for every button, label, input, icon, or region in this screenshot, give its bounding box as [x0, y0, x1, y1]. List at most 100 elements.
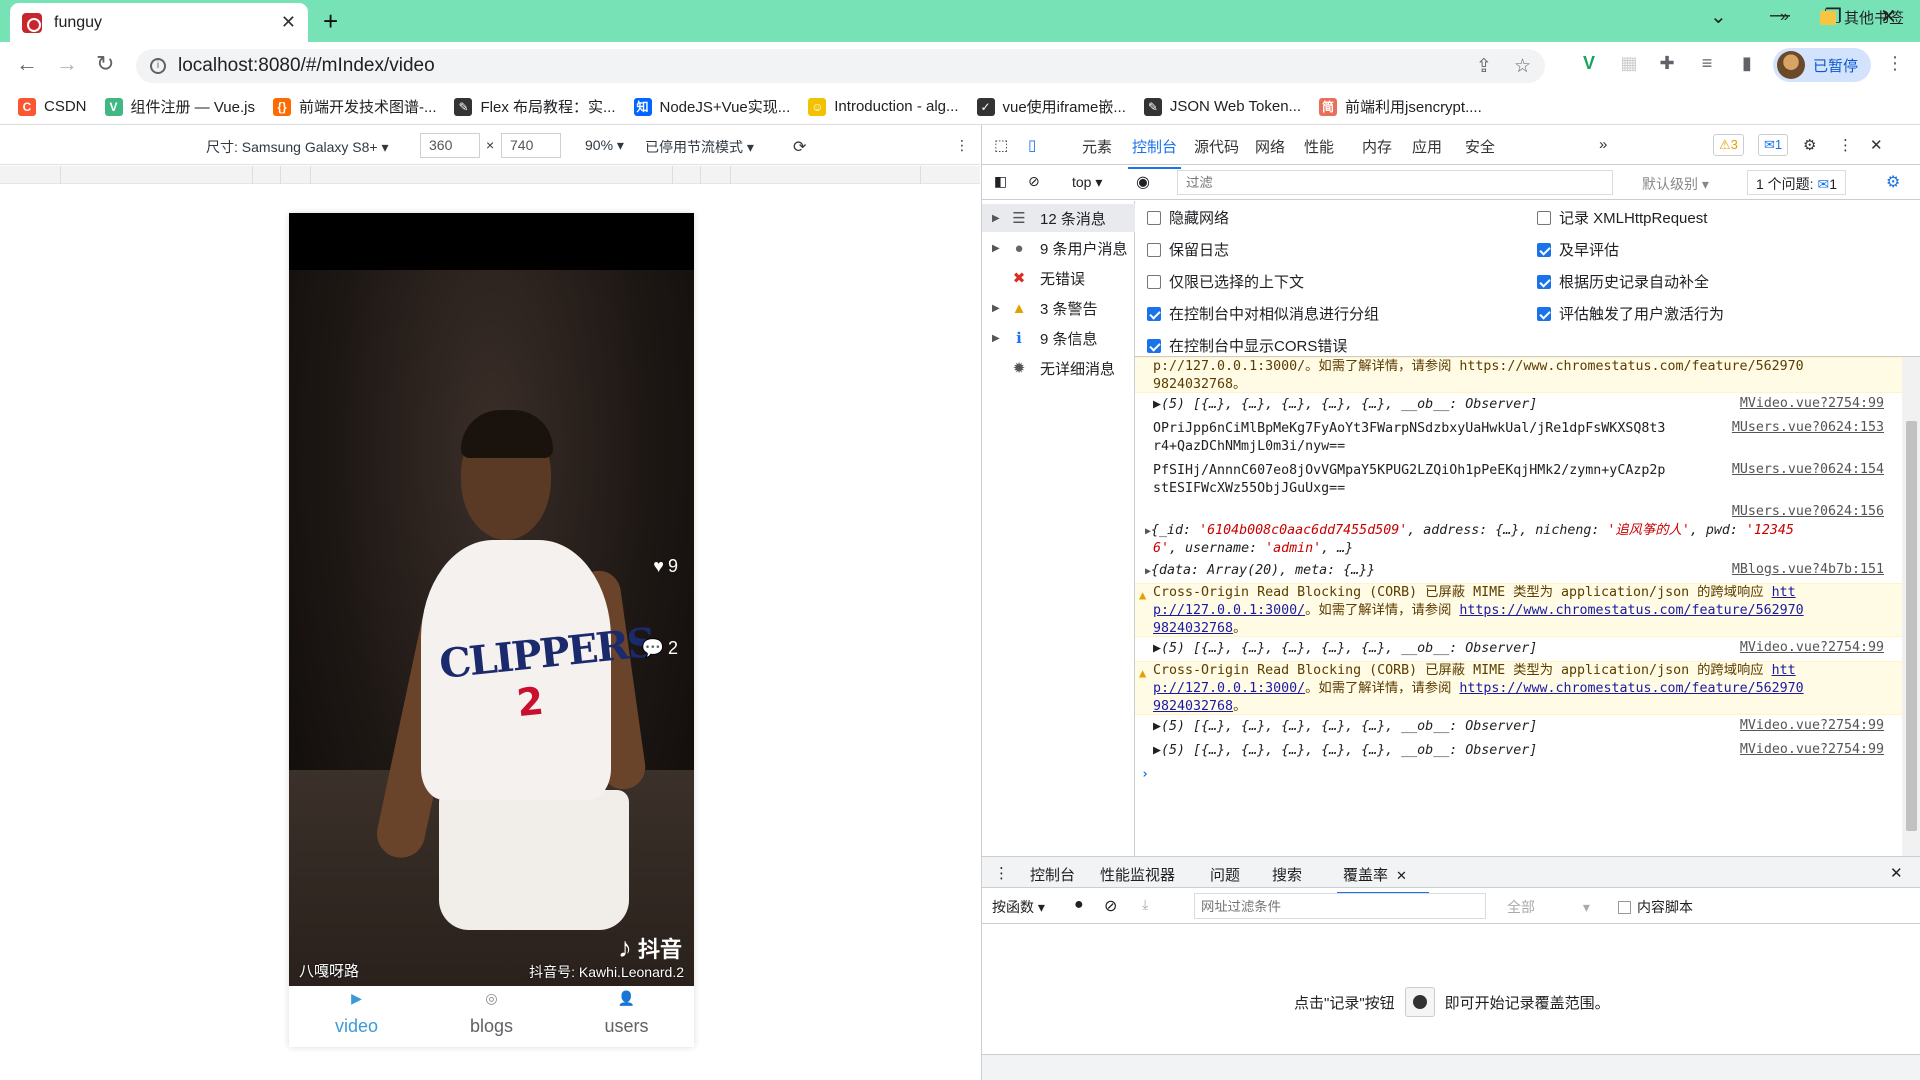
drawer-tab-4[interactable]: 覆盖率 ✕	[1337, 864, 1429, 894]
setting-checkbox[interactable]: 在控制台中对相似消息进行分组	[1147, 303, 1379, 324]
rotate-icon[interactable]: ⟳	[793, 137, 806, 157]
sidebar-item-user[interactable]: ▶ ● 9 条用户消息	[982, 234, 1135, 262]
reading-list-icon[interactable]: ≡	[1696, 53, 1718, 75]
tab-1[interactable]: 控制台	[1127, 136, 1182, 169]
tab-6[interactable]: 应用	[1412, 136, 1442, 157]
drawer-menu-icon[interactable]: ⋮	[994, 864, 1009, 882]
checkbox-box[interactable]	[1537, 306, 1551, 321]
expand-arrow-icon[interactable]: ▶	[992, 303, 1006, 314]
warning-link[interactable]: 9824032768	[1153, 621, 1233, 636]
drawer-tab-3[interactable]: 搜索	[1272, 864, 1302, 885]
entry-source[interactable]: MBlogs.vue?4b7b:151	[1732, 562, 1884, 577]
record-button[interactable]: ●	[1074, 896, 1084, 914]
tab-search-icon[interactable]: ⌄	[1710, 4, 1727, 29]
forward-button[interactable]: →	[56, 51, 78, 77]
share-icon[interactable]: ⇪	[1476, 55, 1492, 78]
nav-item-blogs[interactable]: ◎ blogs	[424, 986, 559, 1047]
warning-link[interactable]: p://127.0.0.1:3000/	[1153, 603, 1305, 618]
entry-source[interactable]: MUsers.vue?0624:153	[1732, 420, 1884, 435]
console-entry[interactable]: ▶(5) [{…}, {…}, {…}, {…}, {…}, __ob__: O…	[1135, 393, 1902, 417]
video-player[interactable]: CLIPPERS 2 ♥ 9 💬 2 ♪ 抖音 八嘎呀路 抖音号: Kawhi.…	[289, 270, 694, 986]
checkbox-box[interactable]	[1537, 274, 1551, 289]
drawer-tab-0[interactable]: 控制台	[1030, 864, 1075, 885]
height-input[interactable]: 740	[501, 133, 561, 158]
other-bookmarks[interactable]: 其他书签	[1820, 7, 1904, 28]
levels-select[interactable]: 默认级别 ▾	[1642, 174, 1709, 194]
settings-gear-icon[interactable]: ⚙	[1803, 136, 1816, 154]
console-settings-icon[interactable]: ⚙	[1886, 172, 1900, 192]
extension-icon[interactable]: ▦	[1618, 53, 1640, 75]
device-select[interactable]: 尺寸: Samsung Galaxy S8+ ▾	[206, 137, 389, 157]
warning-link[interactable]: htt	[1772, 663, 1796, 678]
close-tab-icon[interactable]: ✕	[281, 12, 296, 33]
console-entry[interactable]: ▶(5) [{…}, {…}, {…}, {…}, {…}, __ob__: O…	[1135, 739, 1902, 763]
profile-button[interactable]: 已暂停	[1773, 48, 1871, 82]
inspect-element-icon[interactable]: ⬚	[994, 136, 1008, 154]
setting-checkbox[interactable]: 隐藏网络	[1147, 207, 1229, 228]
sidebar-item-warning[interactable]: ▶ ▲ 3 条警告	[982, 294, 1135, 322]
close-drawer-icon[interactable]: ✕	[1890, 864, 1903, 882]
warnings-badge[interactable]: ⚠3	[1713, 134, 1744, 156]
entry-source[interactable]: MUsers.vue?0624:154	[1732, 462, 1884, 477]
sidebar-item-error[interactable]: ✖ 无错误	[982, 264, 1135, 292]
setting-checkbox[interactable]: 保留日志	[1147, 239, 1229, 260]
export-icon[interactable]: ⤓	[1142, 896, 1148, 913]
expand-arrow-icon[interactable]: ▶	[992, 243, 1006, 254]
tab-2[interactable]: 源代码	[1194, 136, 1239, 157]
entry-source[interactable]: MVideo.vue?2754:99	[1740, 718, 1884, 733]
checkbox-box[interactable]	[1537, 242, 1551, 257]
reload-button[interactable]: ↻	[96, 51, 114, 77]
bookmark-item[interactable]: ✎ Flex 布局教程：实...	[454, 96, 616, 117]
bookmark-item[interactable]: 简前端利用jsencrypt....	[1319, 96, 1482, 117]
expand-arrow-icon[interactable]: ▶	[992, 213, 1006, 224]
warning-link[interactable]: htt	[1772, 585, 1796, 600]
url-filter-input[interactable]	[1194, 893, 1486, 919]
record-inline-button[interactable]	[1404, 987, 1435, 1017]
browser-tab[interactable]: funguy ✕	[10, 3, 308, 42]
devtools-menu-icon[interactable]: ⋮	[1838, 136, 1853, 154]
checkbox-box[interactable]	[1147, 242, 1161, 257]
checkbox-box[interactable]	[1147, 210, 1161, 225]
clear-console-icon[interactable]: ⊘	[1028, 173, 1040, 190]
content-scripts-checkbox[interactable]: 内容脚本	[1618, 897, 1693, 917]
context-select[interactable]: top ▾	[1072, 174, 1102, 191]
sidebar-item-list[interactable]: ▶ ☰ 12 条消息	[982, 204, 1135, 232]
tab-0[interactable]: 元素	[1082, 136, 1112, 157]
setting-checkbox[interactable]: 仅限已选择的上下文	[1147, 271, 1304, 292]
bookmark-item[interactable]: {} 前端开发技术图谱-...	[272, 96, 436, 117]
address-bar[interactable]: i localhost:8080/#/mIndex/video ⇪ ☆	[136, 49, 1545, 83]
zoom-select[interactable]: 90% ▾	[585, 137, 624, 154]
sidebar-toggle-icon[interactable]: ◧	[994, 173, 1007, 190]
warning-link[interactable]: p://127.0.0.1:3000/	[1153, 681, 1305, 696]
more-tabs-icon[interactable]: »	[1599, 136, 1607, 153]
checkbox-box[interactable]	[1147, 338, 1161, 353]
browser-menu-icon[interactable]: ⋮	[1884, 53, 1906, 75]
device-toggle-icon[interactable]: ▯	[1028, 136, 1036, 154]
entry-source[interactable]: MVideo.vue?2754:99	[1740, 742, 1884, 757]
nav-item-users[interactable]: 👤 users	[559, 986, 694, 1047]
puzzle-extensions-icon[interactable]: ✚	[1656, 53, 1678, 75]
issues-button[interactable]: 1 个问题: ✉1	[1747, 170, 1846, 195]
console-scrollbar[interactable]	[1902, 357, 1920, 856]
per-function-select[interactable]: 按函数 ▾	[992, 897, 1045, 917]
tab-3[interactable]: 网络	[1255, 136, 1285, 157]
comment-counter[interactable]: 💬 2	[642, 638, 678, 659]
entry-source[interactable]: MVideo.vue?2754:99	[1740, 396, 1884, 411]
new-tab-button[interactable]: +	[323, 6, 338, 37]
console-entry[interactable]: ▶{data: Array(20), meta: {…}} MBlogs.vue…	[1135, 559, 1902, 583]
bookmark-star-icon[interactable]: ☆	[1514, 55, 1531, 78]
console-entry[interactable]: ▶(5) [{…}, {…}, {…}, {…}, {…}, __ob__: O…	[1135, 637, 1902, 661]
tab-7[interactable]: 安全	[1465, 136, 1495, 157]
entry-source[interactable]: MVideo.vue?2754:99	[1740, 640, 1884, 655]
console-entry[interactable]: MUsers.vue?0624:156 ▶{_id: '6104b008c0aa…	[1135, 501, 1902, 559]
close-tab-icon[interactable]: ✕	[1396, 868, 1407, 883]
sidebar-item-info[interactable]: ▶ ℹ 9 条信息	[982, 324, 1135, 352]
checkbox-box[interactable]	[1147, 306, 1161, 321]
console-filter-input[interactable]	[1177, 170, 1613, 195]
drawer-tab-2[interactable]: 问题	[1210, 864, 1240, 885]
bookmark-item[interactable]: ✎ JSON Web Token...	[1143, 97, 1301, 116]
checkbox-box[interactable]	[1537, 210, 1551, 225]
console-prompt[interactable]: ›	[1135, 763, 1902, 787]
sidebar-item-bug[interactable]: ✹ 无详细消息	[982, 354, 1135, 382]
setting-checkbox[interactable]: 记录 XMLHttpRequest	[1537, 207, 1707, 228]
